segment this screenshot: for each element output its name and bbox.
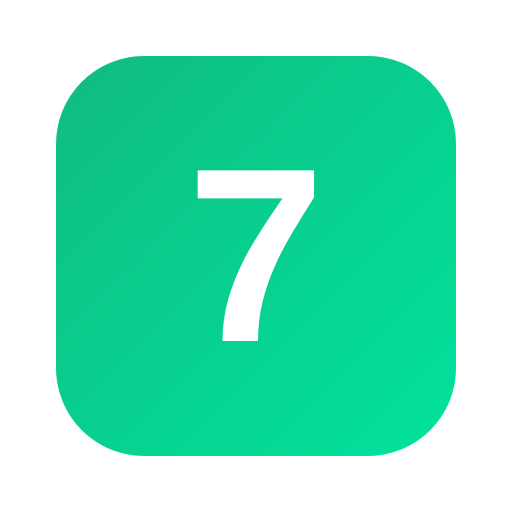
icon-canvas: 7 — [0, 0, 512, 512]
icon-number-label: 7 — [187, 116, 325, 394]
number-seven-app-icon[interactable]: 7 — [56, 56, 456, 456]
